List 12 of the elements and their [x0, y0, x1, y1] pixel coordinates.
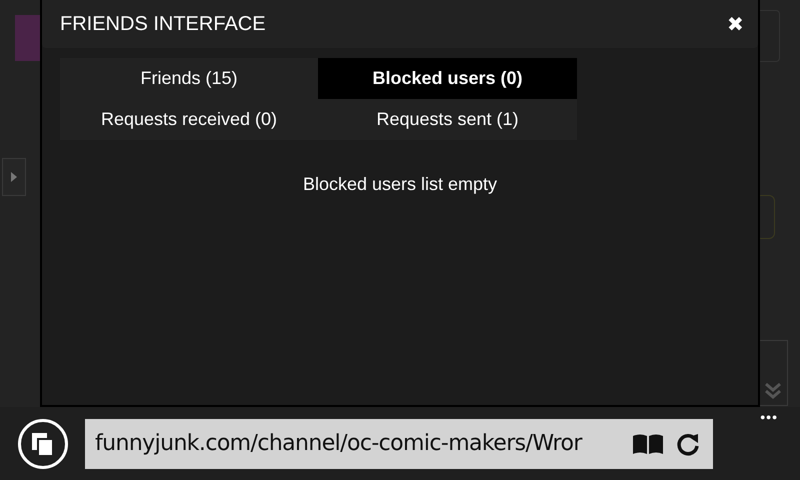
reading-view-button[interactable] — [631, 432, 665, 456]
more-button[interactable]: ••• — [760, 409, 778, 425]
chevron-down-icon — [763, 381, 783, 401]
book-icon — [631, 432, 665, 456]
close-button[interactable]: ✖ — [727, 12, 744, 36]
address-field[interactable]: funnyjunk.com/channel/oc-comic-makers/Wror — [85, 418, 713, 468]
tab[interactable]: Blocked users (0) — [318, 58, 577, 99]
expand-button[interactable] — [2, 158, 26, 196]
empty-message: Blocked users list empty — [302, 174, 498, 195]
tabs-button[interactable] — [18, 418, 68, 468]
triangle-icon — [10, 171, 18, 183]
dialog-title: FRIENDS INTERFACE — [60, 12, 266, 36]
